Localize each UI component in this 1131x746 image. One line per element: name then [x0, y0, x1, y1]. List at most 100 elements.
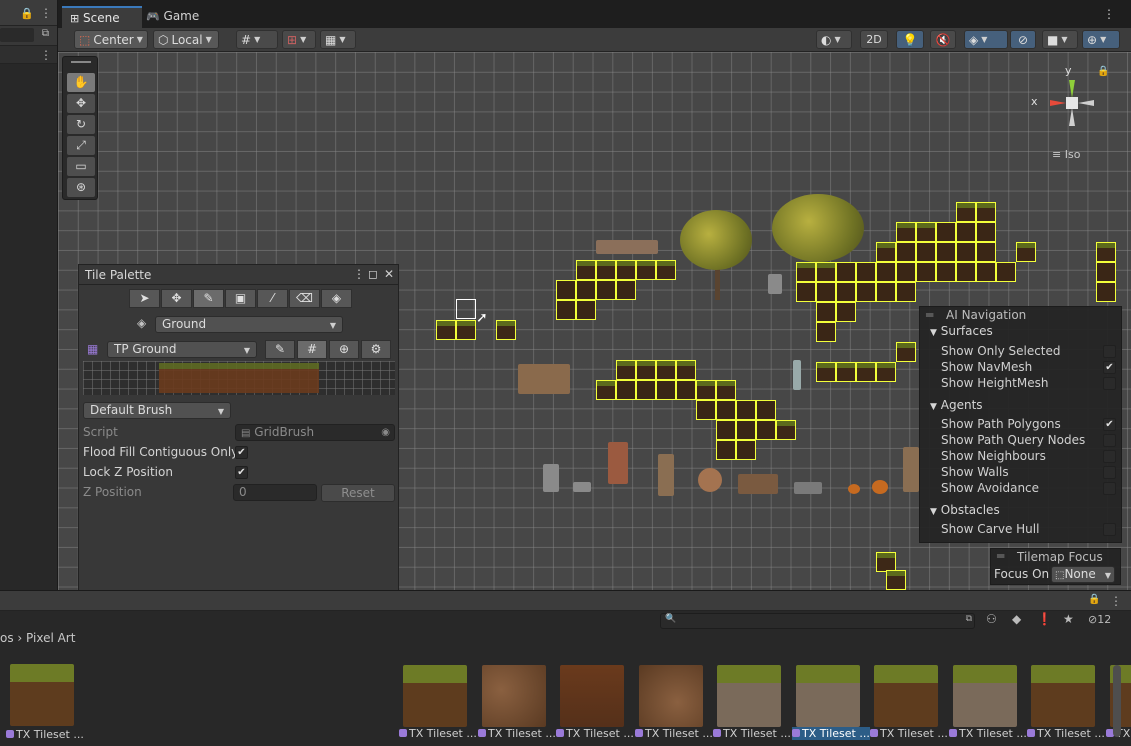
grid-toggle-button[interactable]: # [297, 340, 327, 359]
tab-scene[interactable]: ⊞ Scene [62, 6, 142, 28]
more-options-icon[interactable]: ⋮ [353, 267, 365, 281]
asset-label[interactable]: TX Tileset ... [6, 728, 84, 741]
maximize-icon[interactable]: ◻ [368, 267, 378, 281]
hierarchy-search-input[interactable] [0, 28, 34, 42]
lock-icon[interactable]: 🔒 [20, 7, 34, 20]
asset-thumbnail[interactable] [403, 665, 467, 727]
draw-mode-dropdown[interactable]: ◐ ▼ [816, 30, 852, 49]
more-options-icon[interactable]: ⋮ [40, 6, 52, 20]
asset-label[interactable]: TX Tileset ... [1027, 727, 1105, 740]
edit-palette-button[interactable]: ✎ [265, 340, 295, 359]
filter-type-icon[interactable]: ⚇ [986, 612, 997, 626]
reset-button[interactable]: Reset [321, 484, 395, 502]
tile-palette-grid[interactable] [83, 361, 395, 395]
rect-tool-button[interactable]: ▭ [67, 157, 95, 176]
asset-label[interactable]: TX Tileset ... [870, 727, 948, 740]
filter-label-icon[interactable]: ◆ [1012, 612, 1021, 626]
asset-label[interactable]: TX Tileset ... [635, 727, 713, 740]
show-path-polygons-checkbox[interactable]: ✔ [1103, 418, 1116, 431]
close-icon[interactable]: ✕ [384, 267, 394, 281]
object-picker-icon[interactable]: ◉ [381, 425, 390, 440]
show-avoidance-checkbox[interactable] [1103, 482, 1116, 495]
move-tool-button[interactable]: ✥ [161, 289, 192, 308]
lock-z-checkbox[interactable]: ✔ [235, 466, 248, 479]
picker-tool-button[interactable]: ⁄ [257, 289, 288, 308]
effects-dropdown[interactable]: ◈ ▼ [964, 30, 1008, 49]
show-only-selected-checkbox[interactable] [1103, 345, 1116, 358]
increment-snap-button[interactable]: ⊞ ▼ [282, 30, 316, 49]
palette-settings-button[interactable]: ⚙ [361, 340, 391, 359]
asset-thumbnail[interactable] [639, 665, 703, 727]
show-carve-hull-checkbox[interactable] [1103, 523, 1116, 536]
z-position-input[interactable]: 0 [233, 484, 317, 501]
toggle-2d-button[interactable]: 2D [860, 30, 888, 49]
grid-visibility-button[interactable]: ▦ ▼ [320, 30, 356, 49]
star-icon[interactable]: ★ [1063, 612, 1074, 626]
brush-dropdown[interactable]: Default Brush ▼ [83, 402, 231, 419]
rotate-tool-button[interactable]: ↻ [67, 115, 95, 134]
search-options-icon[interactable]: ⧉ [966, 614, 972, 624]
focus-on-dropdown[interactable]: ⬚None ▼ [1051, 566, 1115, 583]
select-tool-button[interactable]: ➤ [129, 289, 160, 308]
transform-tool-button[interactable]: ⊛ [67, 178, 95, 197]
obstacles-section-toggle[interactable]: ▼ Obstacles [930, 503, 1000, 517]
show-heightmesh-checkbox[interactable] [1103, 377, 1116, 390]
fill-tool-button[interactable]: ◈ [321, 289, 352, 308]
lock-icon[interactable]: 🔒 [1097, 66, 1109, 77]
drag-handle-icon[interactable]: ═ [997, 549, 1004, 563]
asset-thumbnail[interactable] [10, 664, 74, 726]
asset-label[interactable]: TX Tileset ... [713, 727, 791, 740]
show-neighbours-checkbox[interactable] [1103, 450, 1116, 463]
search-filter-icon[interactable]: ⧉ [42, 28, 49, 39]
hand-tool-button[interactable]: ✋ [67, 73, 95, 92]
palette-tiles-preview[interactable] [159, 363, 319, 393]
asset-thumbnail[interactable] [482, 665, 546, 727]
asset-label[interactable]: TX Tileset ... [949, 727, 1027, 740]
space-dropdown[interactable]: ⬡ Local ▼ [153, 30, 219, 49]
scale-tool-button[interactable]: ⤢ [67, 136, 95, 155]
eraser-tool-button[interactable]: ⌫ [289, 289, 320, 308]
paint-tool-button[interactable]: ✎ [193, 289, 224, 308]
asset-label[interactable]: TX Tileset ... [792, 727, 870, 740]
show-path-query-nodes-checkbox[interactable] [1103, 434, 1116, 447]
active-tilemap-dropdown[interactable]: Ground ▼ [155, 316, 343, 333]
show-walls-checkbox[interactable] [1103, 466, 1116, 479]
palette-dropdown[interactable]: TP Ground ▼ [107, 341, 257, 358]
asset-thumbnail[interactable] [953, 665, 1017, 727]
drag-handle[interactable] [71, 61, 91, 63]
hidden-objects-toggle[interactable]: ⊘ [1010, 30, 1036, 49]
flood-fill-checkbox[interactable]: ✔ [235, 446, 248, 459]
box-fill-tool-button[interactable]: ▣ [225, 289, 256, 308]
surfaces-section-toggle[interactable]: ▼ Surfaces [930, 324, 993, 338]
asset-thumbnail[interactable] [560, 665, 624, 727]
asset-label[interactable]: TX Tileset ... [478, 727, 556, 740]
more-options-icon[interactable]: ⋮ [1103, 7, 1115, 21]
agents-section-toggle[interactable]: ▼ Agents [930, 398, 983, 412]
lock-icon[interactable]: 🔒 [1088, 594, 1100, 605]
hidden-packages-toggle[interactable]: ⊘12 [1088, 613, 1111, 626]
asset-thumbnail[interactable] [796, 665, 860, 727]
asset-label[interactable]: TX Tileset ... [556, 727, 634, 740]
asset-thumbnail[interactable] [874, 665, 938, 727]
projection-toggle[interactable]: ≡ Iso [1052, 148, 1080, 161]
gizmo-toggle-button[interactable]: ⊕ [329, 340, 359, 359]
show-navmesh-checkbox[interactable]: ✔ [1103, 361, 1116, 374]
tab-game[interactable]: 🎮 Game [138, 6, 208, 28]
more-options-icon[interactable]: ⋮ [1110, 594, 1122, 608]
asset-thumbnail[interactable] [1031, 665, 1095, 727]
warning-icon[interactable]: ❗ [1037, 612, 1052, 626]
project-search-input[interactable]: 🔍 ⧉ [660, 613, 975, 629]
gizmos-dropdown[interactable]: ⊕ ▼ [1082, 30, 1120, 49]
asset-label[interactable]: TX Tileset ... [399, 727, 477, 740]
tile-palette-header[interactable]: Tile Palette ⋮ ◻ ✕ [79, 265, 398, 285]
camera-dropdown[interactable]: ■ ▼ [1042, 30, 1078, 49]
script-field[interactable]: ▤ GridBrush ◉ [235, 424, 395, 441]
pivot-dropdown[interactable]: ⬚ Center ▼ [74, 30, 148, 49]
audio-toggle-button[interactable]: 🔇 [930, 30, 956, 49]
more-options-icon[interactable]: ⋮ [40, 48, 52, 62]
orientation-gizmo[interactable]: y x 🔒 ≡ Iso [1030, 64, 1114, 164]
scrollbar-thumb[interactable] [1113, 665, 1121, 737]
drag-handle-icon[interactable]: ═ [926, 308, 933, 322]
grid-snap-button[interactable]: # ▼ [236, 30, 278, 49]
asset-thumbnail[interactable] [717, 665, 781, 727]
